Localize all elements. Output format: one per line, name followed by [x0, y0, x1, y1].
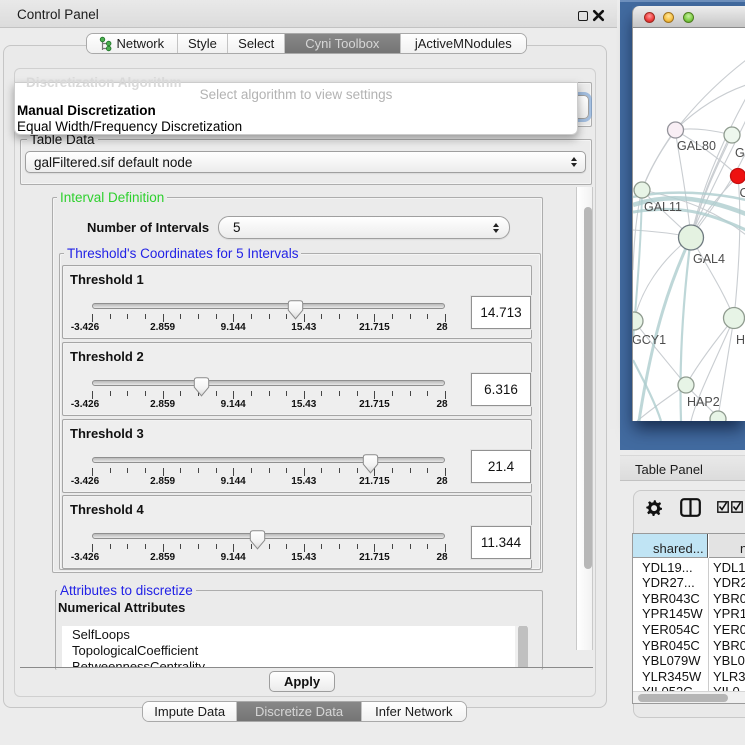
svg-text:GAL11: GAL11: [644, 200, 682, 214]
svg-text:HA: HA: [736, 333, 745, 347]
svg-text:GCY1: GCY1: [633, 333, 666, 347]
svg-text:C: C: [740, 186, 745, 200]
svg-text:GAL: GAL: [735, 146, 745, 160]
svg-text:GAL80: GAL80: [677, 139, 716, 153]
svg-text:HAP2: HAP2: [687, 395, 720, 409]
svg-text:GAL4: GAL4: [693, 252, 725, 266]
